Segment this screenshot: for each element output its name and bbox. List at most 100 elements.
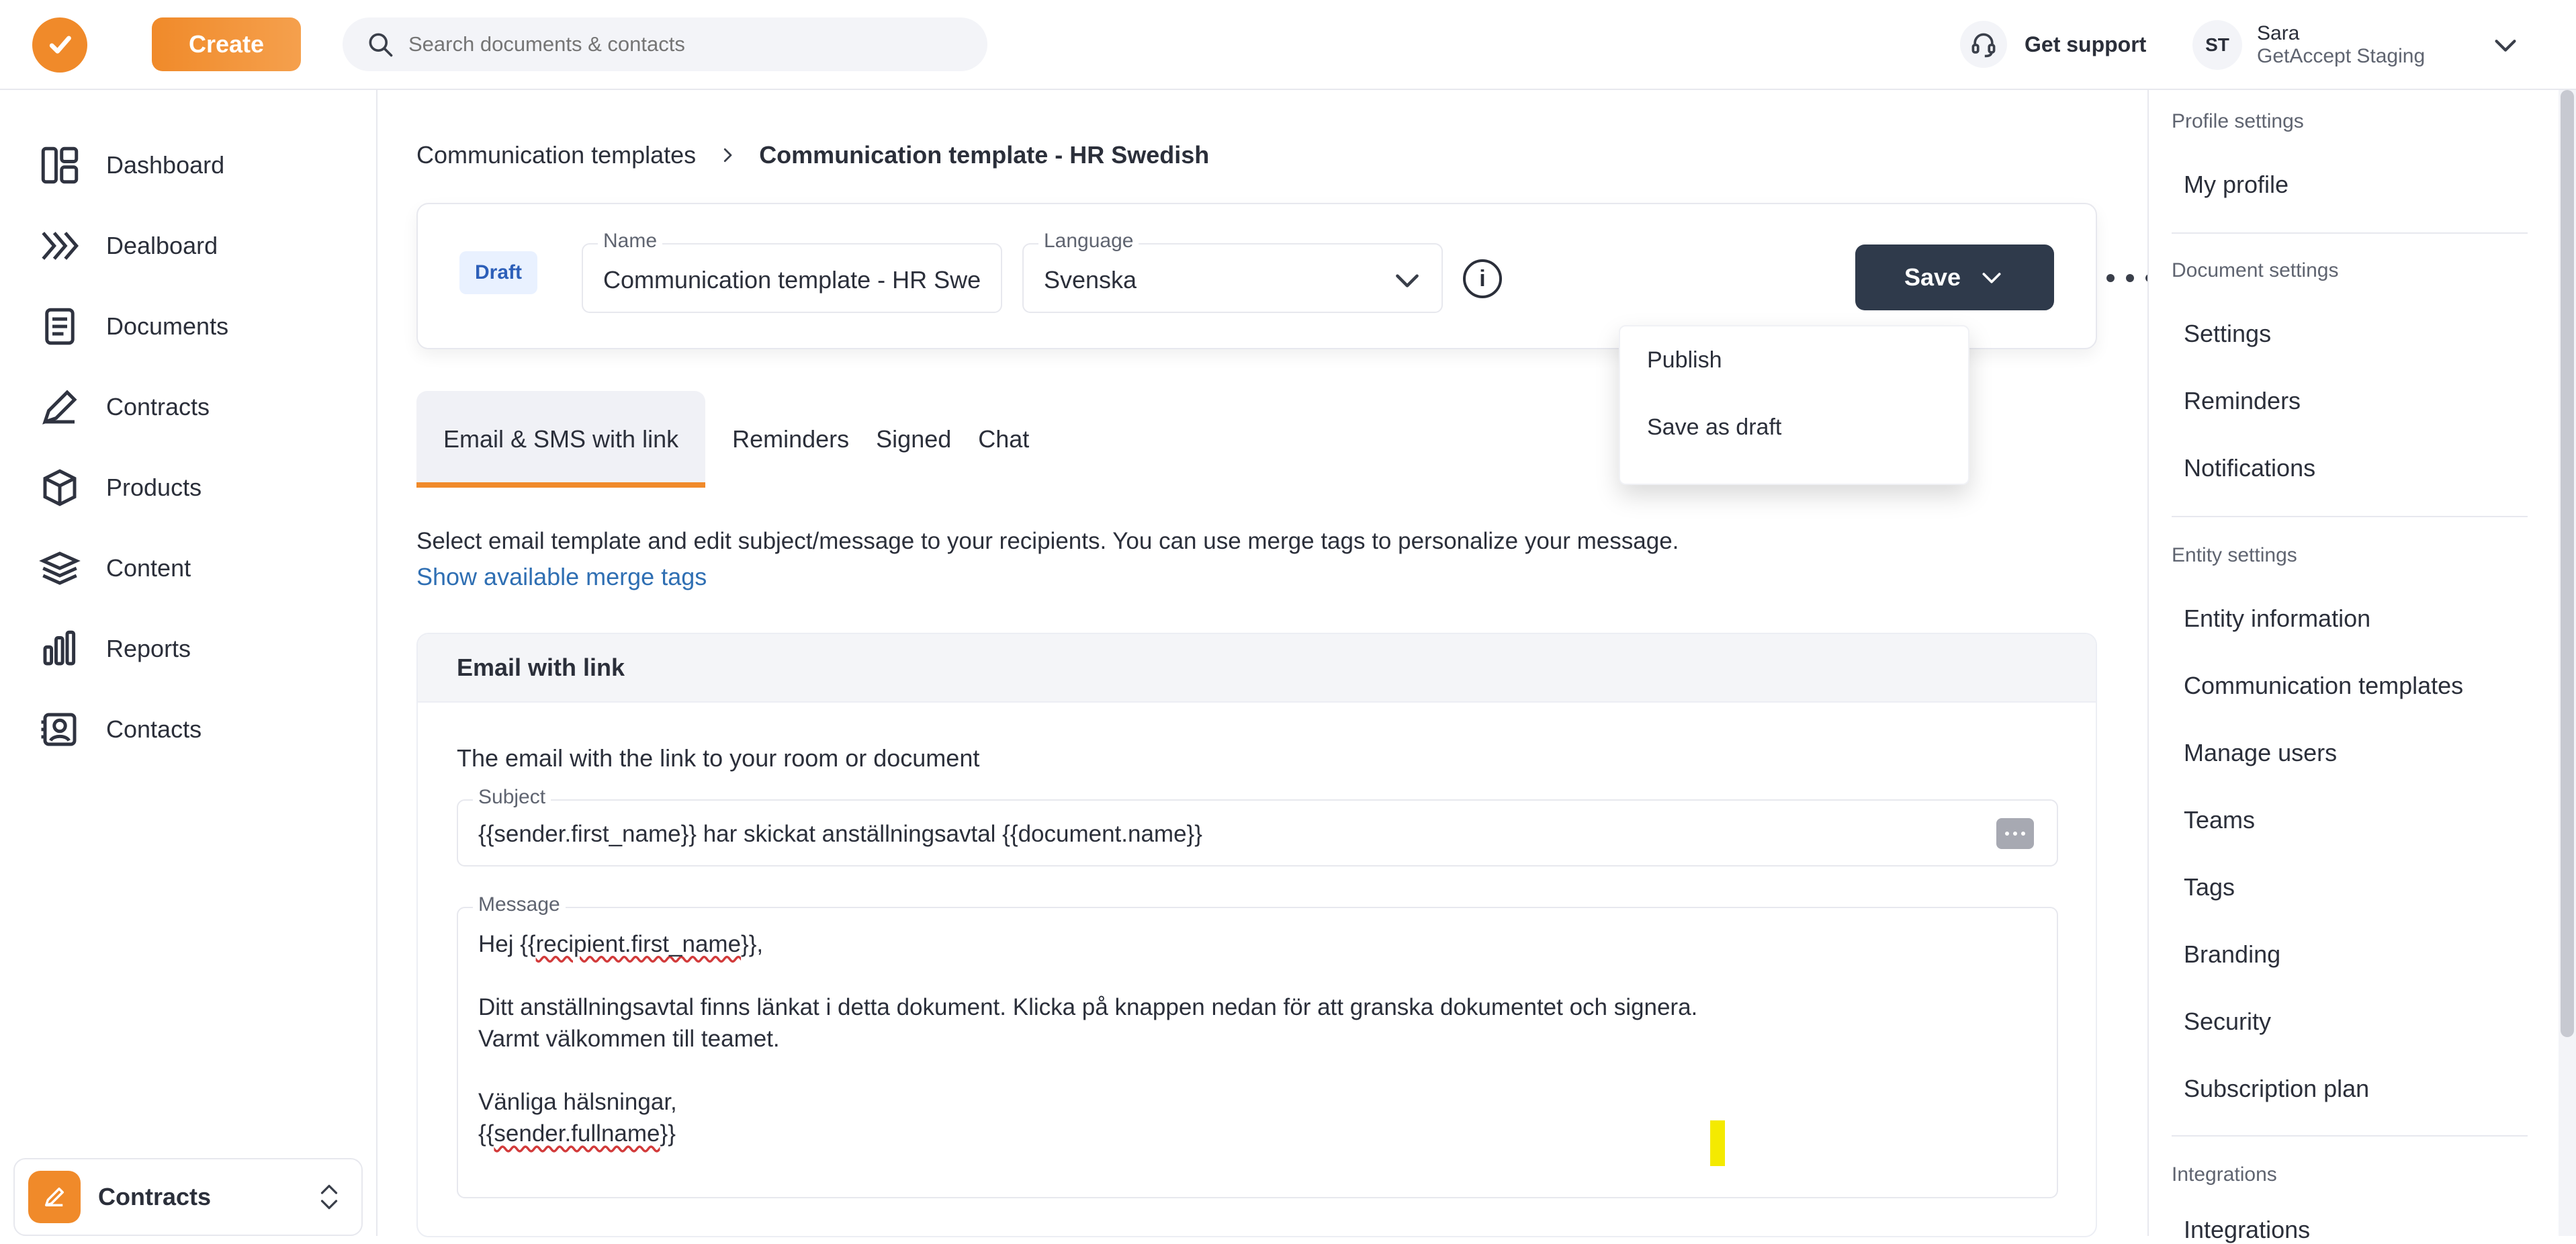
chevron-down-icon[interactable] <box>2488 28 2523 62</box>
status-badge: Draft <box>459 251 537 294</box>
sidebar-item-reports[interactable]: Reports <box>0 609 377 689</box>
scrollbar-thumb[interactable] <box>2561 90 2574 1037</box>
avatar: ST <box>2192 20 2242 70</box>
save-dropdown-menu: Publish Save as draft <box>1619 325 1969 485</box>
save-button[interactable]: Save <box>1855 245 2054 310</box>
tab-email-sms[interactable]: Email & SMS with link <box>416 391 706 488</box>
info-icon[interactable]: i <box>1463 259 1502 298</box>
tabs: Email & SMS with link Reminders Signed C… <box>416 391 1029 488</box>
settings-item-settings[interactable]: Settings <box>2184 320 2271 348</box>
search-icon <box>369 33 393 57</box>
products-icon <box>43 469 77 506</box>
headset-icon <box>1960 21 2007 68</box>
sidebar-item-label: Reports <box>106 635 191 662</box>
sidebar-item-label: Products <box>106 474 202 501</box>
sidebar-item-dealboard[interactable]: Dealboard <box>0 206 377 286</box>
language-label: Language <box>1038 230 1139 253</box>
settings-item-branding[interactable]: Branding <box>2184 940 2280 969</box>
get-support-label: Get support <box>2025 32 2147 56</box>
settings-item-communication-templates[interactable]: Communication templates <box>2184 672 2463 700</box>
sidebar-nav: Dashboard Dealboard Documents Contracts … <box>0 125 377 770</box>
merge-tags-link[interactable]: Show available merge tags <box>416 563 707 591</box>
subject-value: {{sender.first_name}} har skickat anstäl… <box>478 821 1202 847</box>
left-sidebar: Dashboard Dealboard Documents Contracts … <box>0 90 377 1236</box>
message-body: Hej {{recipient.first_name}}, Ditt anstä… <box>478 928 1697 1150</box>
message-line: Hej {{recipient.first_name}}, <box>478 928 1697 961</box>
settings-item-entity-information[interactable]: Entity information <box>2184 605 2370 633</box>
subject-field[interactable]: Subject {{sender.first_name}} har skicka… <box>457 786 2058 867</box>
help-text: Select email template and edit subject/m… <box>416 528 1679 554</box>
email-with-link-card: Email with link The email with the link … <box>416 633 2097 1237</box>
checkmark-logo-icon <box>49 36 71 54</box>
chevron-right-icon <box>716 144 739 167</box>
more-icon[interactable] <box>2106 266 2153 290</box>
settings-item-notifications[interactable]: Notifications <box>2184 454 2315 482</box>
sidebar-item-documents[interactable]: Documents <box>0 286 377 367</box>
settings-section-title: Integrations <box>2172 1163 2277 1186</box>
sidebar-item-contracts[interactable]: Contracts <box>0 367 377 447</box>
language-select[interactable]: Language Svenska <box>1022 230 1443 313</box>
divider <box>2172 516 2528 517</box>
menu-item-publish[interactable]: Publish <box>1620 326 1968 394</box>
settings-item-integrations[interactable]: Integrations <box>2184 1216 2310 1244</box>
settings-item-security[interactable]: Security <box>2184 1008 2271 1036</box>
main-content: Communication templates Communication te… <box>377 90 2153 1237</box>
sidebar-item-dashboard[interactable]: Dashboard <box>0 125 377 206</box>
user-meta: Sara GetAccept Staging <box>2257 22 2425 69</box>
chevron-down-icon <box>1982 273 2001 283</box>
top-bar: Create Get support ST Sara GetAccept Sta… <box>0 0 2576 90</box>
message-field[interactable]: Message Hej {{recipient.first_name}}, Di… <box>457 893 2058 1198</box>
message-line-text: Hej {{recipient.first_name}}, <box>478 931 764 957</box>
dashboard-icon <box>41 146 79 184</box>
chevron-updown-icon[interactable] <box>313 1177 345 1217</box>
language-value: Svenska <box>1044 266 1137 294</box>
kbd-dot <box>2021 832 2025 836</box>
settings-item-tags[interactable]: Tags <box>2184 873 2235 901</box>
tab-signed[interactable]: Signed <box>876 391 951 488</box>
message-line: Ditt anställningsavtal finns länkat i de… <box>478 993 1698 1020</box>
scrollbar[interactable] <box>2559 90 2576 1236</box>
sidebar-item-products[interactable]: Products <box>0 447 377 528</box>
message-label: Message <box>473 893 566 916</box>
search-input[interactable] <box>407 32 918 57</box>
workspace-switcher[interactable]: Contracts <box>13 1158 363 1236</box>
kbd-dot <box>2005 832 2009 836</box>
message-line: Varmt välkommen till teamet. <box>478 1026 780 1053</box>
name-value: Communication template - HR Swe <box>603 266 981 294</box>
settings-section-title: Profile settings <box>2172 110 2304 132</box>
menu-item-save-as-draft[interactable]: Save as draft <box>1620 394 1968 461</box>
user-menu[interactable]: ST Sara GetAccept Staging <box>2192 15 2523 75</box>
settings-section-title: Document settings <box>2172 259 2339 281</box>
content-icon <box>39 551 81 585</box>
documents-icon <box>45 308 75 345</box>
breadcrumb: Communication templates Communication te… <box>416 141 1209 169</box>
text-cursor-highlight <box>1710 1120 1725 1166</box>
dealboard-icon <box>42 232 79 260</box>
get-support[interactable]: Get support <box>1960 17 2146 71</box>
settings-item-manage-users[interactable]: Manage users <box>2184 739 2337 767</box>
message-line: {{sender.fullname}} <box>478 1120 676 1147</box>
app-logo[interactable] <box>32 17 87 73</box>
sidebar-item-label: Contacts <box>106 715 202 743</box>
name-field[interactable]: Name Communication template - HR Swe <box>582 230 1002 313</box>
tab-reminders[interactable]: Reminders <box>732 391 849 488</box>
tab-chat[interactable]: Chat <box>978 391 1029 488</box>
settings-item-reminders[interactable]: Reminders <box>2184 387 2301 415</box>
settings-section-title: Entity settings <box>2172 544 2297 566</box>
reports-icon <box>43 630 76 666</box>
sidebar-item-contacts[interactable]: Contacts <box>0 689 377 770</box>
more-dot <box>2106 274 2115 282</box>
message-line-blank <box>478 961 1697 991</box>
breadcrumb-parent[interactable]: Communication templates <box>416 141 696 169</box>
merge-tag-menu-icon[interactable] <box>1996 818 2034 849</box>
settings-item-my-profile[interactable]: My profile <box>2184 171 2289 199</box>
create-button[interactable]: Create <box>152 17 301 71</box>
settings-item-teams[interactable]: Teams <box>2184 806 2255 834</box>
sidebar-item-label: Dealboard <box>106 232 218 259</box>
search-bar[interactable] <box>343 17 987 71</box>
sidebar-item-label: Content <box>106 554 191 582</box>
settings-item-subscription-plan[interactable]: Subscription plan <box>2184 1075 2369 1103</box>
user-org: GetAccept Staging <box>2257 45 2426 67</box>
message-line-blank <box>478 1055 1697 1086</box>
sidebar-item-content[interactable]: Content <box>0 528 377 609</box>
